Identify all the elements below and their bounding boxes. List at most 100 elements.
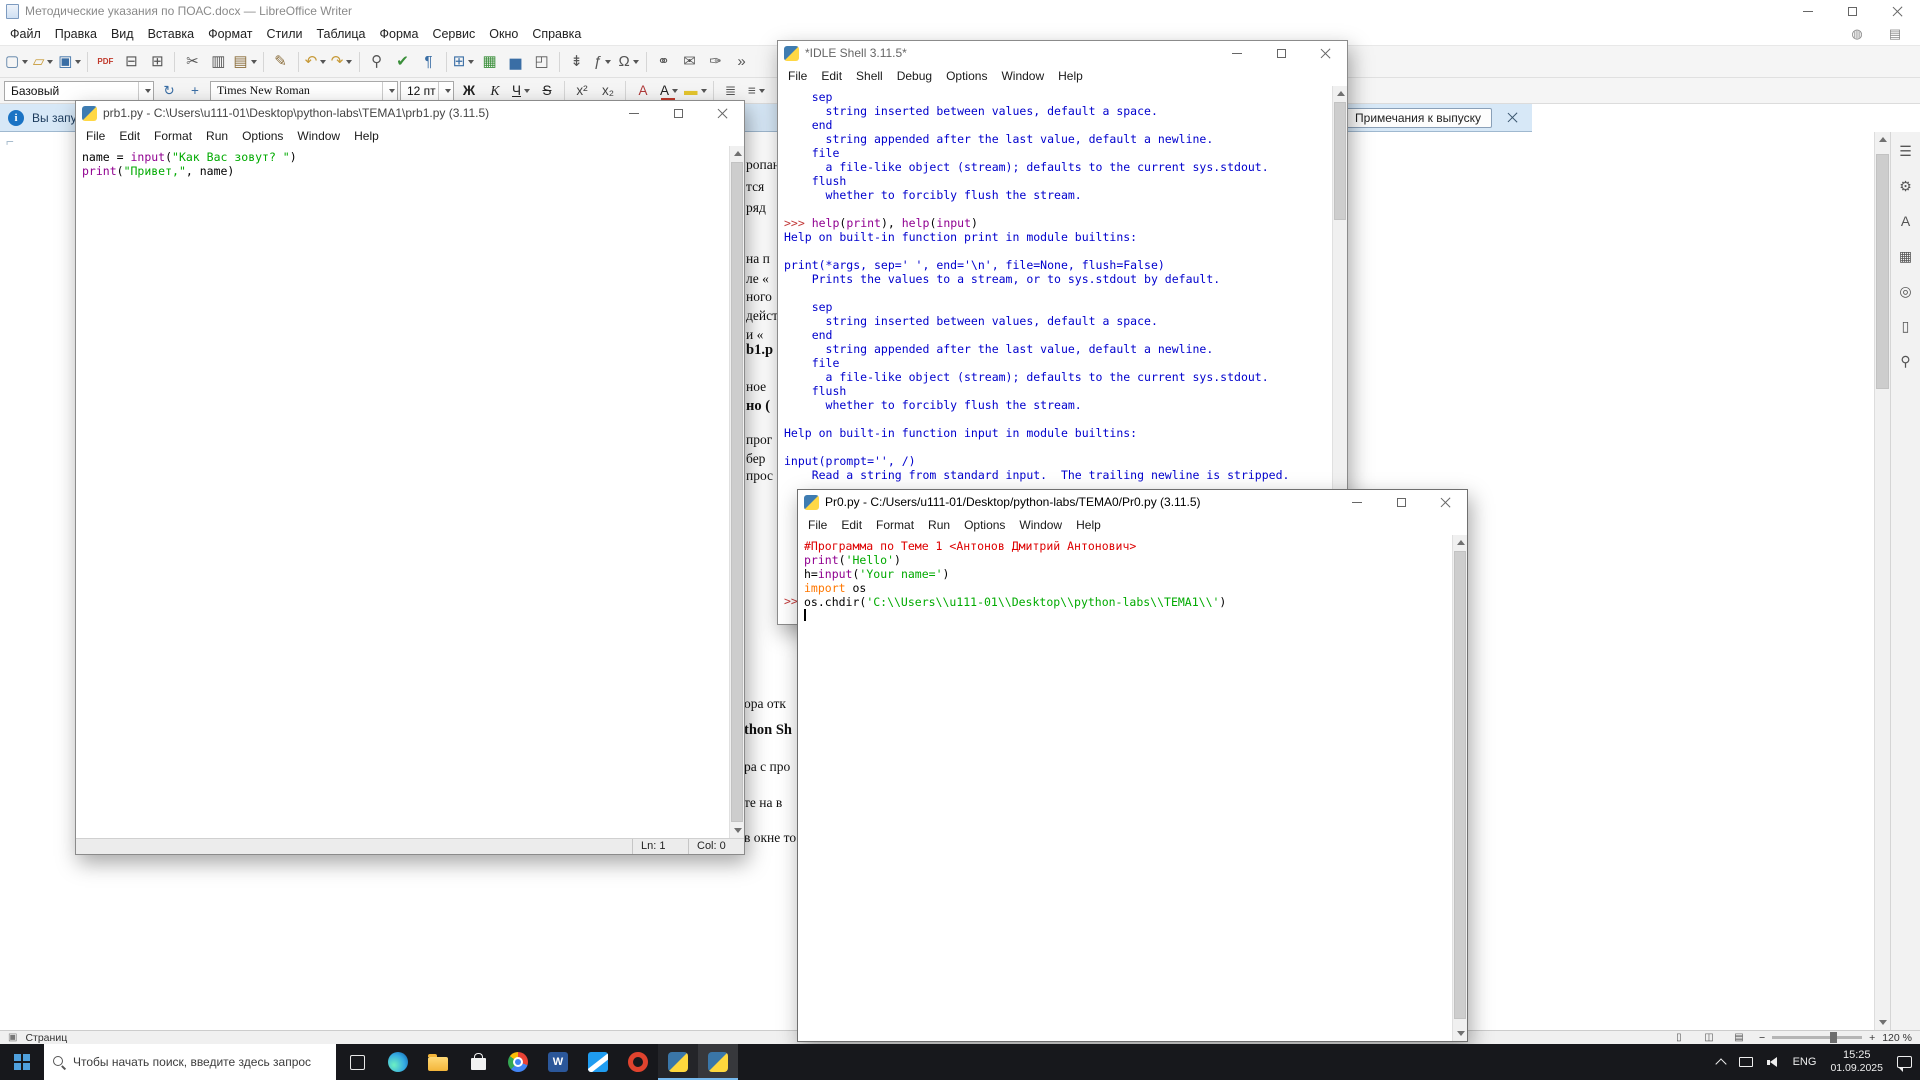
redo-icon[interactable]: ↷ bbox=[329, 49, 355, 75]
menu-item[interactable]: Options bbox=[235, 127, 290, 145]
menu-item[interactable]: Shell bbox=[849, 67, 890, 85]
zoom-in-button[interactable]: + bbox=[1869, 1032, 1875, 1044]
taskbar-word-button[interactable] bbox=[538, 1044, 578, 1080]
taskbar-file-explorer-button[interactable] bbox=[418, 1044, 458, 1080]
line-spacing-icon[interactable]: ≡ bbox=[744, 78, 770, 104]
insert-hyperlink-icon[interactable]: ⚭ bbox=[651, 49, 677, 75]
minimize-button[interactable] bbox=[1785, 0, 1830, 22]
menu-item[interactable]: Форма bbox=[373, 24, 426, 44]
scrollbar-thumb[interactable] bbox=[1876, 154, 1889, 389]
properties-icon[interactable]: ⚙ bbox=[1895, 175, 1917, 197]
menu-item[interactable]: Help bbox=[347, 127, 386, 145]
menu-item[interactable]: Help bbox=[1051, 67, 1090, 85]
special-character-icon[interactable]: Ω bbox=[616, 49, 642, 75]
menu-item[interactable]: Edit bbox=[112, 127, 147, 145]
maximize-button[interactable] bbox=[1830, 0, 1875, 22]
taskbar-edge-button[interactable] bbox=[378, 1044, 418, 1080]
new-document-icon[interactable]: ▢ bbox=[3, 49, 30, 75]
close-button[interactable] bbox=[1875, 0, 1920, 22]
menu-item[interactable]: Help bbox=[1069, 516, 1108, 534]
zoom-slider[interactable] bbox=[1772, 1032, 1863, 1043]
menu-item[interactable]: Сервис bbox=[425, 24, 482, 44]
page-break-icon[interactable]: ⇟ bbox=[564, 49, 590, 75]
menu-item[interactable]: Options bbox=[939, 67, 994, 85]
menu-item[interactable]: Format bbox=[147, 127, 199, 145]
formatting-marks-icon[interactable]: ¶ bbox=[416, 49, 442, 75]
taskbar-python-button[interactable] bbox=[698, 1044, 738, 1080]
toolbar-overflow-icon[interactable]: » bbox=[729, 49, 755, 75]
prb1-code-area[interactable]: name = input("Как Вас зовут? ") print("Пр… bbox=[77, 146, 728, 838]
scrollbar-thumb[interactable] bbox=[1334, 102, 1346, 220]
print-icon[interactable]: ⊟ bbox=[118, 49, 144, 75]
chevron-down-icon[interactable] bbox=[138, 81, 153, 100]
menu-item[interactable]: Правка bbox=[48, 24, 104, 44]
paste-icon[interactable]: ▤ bbox=[231, 49, 258, 75]
release-notes-button[interactable]: Примечания к выпуску bbox=[1344, 107, 1492, 128]
insert-table-icon[interactable]: ⊞ bbox=[451, 49, 477, 75]
menu-item[interactable]: Вид bbox=[104, 24, 141, 44]
network-icon[interactable] bbox=[1738, 1057, 1753, 1067]
taskbar-search-box[interactable]: Чтобы начать поиск, введите здесь запрос bbox=[44, 1044, 336, 1080]
pr0-vertical-scrollbar[interactable] bbox=[1452, 535, 1467, 1041]
spelling-icon[interactable]: ✔ bbox=[390, 49, 416, 75]
copy-icon[interactable]: ▥ bbox=[205, 49, 231, 75]
menu-item[interactable]: Формат bbox=[201, 24, 259, 44]
page-deck-icon[interactable]: ▯ bbox=[1895, 315, 1917, 337]
maximize-button[interactable] bbox=[656, 101, 700, 125]
paragraph-style-combo[interactable]: Базовый bbox=[4, 80, 154, 101]
zoom-level[interactable]: 120 % bbox=[1882, 1032, 1912, 1044]
menu-item[interactable]: Файл bbox=[3, 24, 48, 44]
taskbar-chrome-button[interactable] bbox=[498, 1044, 538, 1080]
scrollbar-thumb[interactable] bbox=[1454, 551, 1466, 1019]
pr0-code-area[interactable]: #Программа по Теме 1 <Антонов Дмитрий Ан… bbox=[799, 535, 1451, 1041]
insert-image-icon[interactable]: ▦ bbox=[477, 49, 503, 75]
style-inspector-icon[interactable]: ⚲ bbox=[1895, 350, 1917, 372]
minimize-button[interactable] bbox=[1335, 490, 1379, 514]
infobar-close-button[interactable] bbox=[1500, 112, 1524, 123]
insert-textbox-icon[interactable]: ◰ bbox=[529, 49, 555, 75]
insert-field-icon[interactable]: ƒ bbox=[590, 49, 616, 75]
menu-item[interactable]: Format bbox=[869, 516, 921, 534]
zoom-slider-thumb[interactable] bbox=[1830, 1032, 1838, 1043]
menu-item[interactable]: Window bbox=[994, 67, 1051, 85]
save-icon[interactable]: ▣ bbox=[56, 49, 83, 75]
print-preview-icon[interactable]: ⊞ bbox=[144, 49, 170, 75]
task-view-button[interactable] bbox=[336, 1044, 378, 1080]
taskbar-store-button[interactable] bbox=[458, 1044, 498, 1080]
taskbar-idle-button[interactable] bbox=[658, 1044, 698, 1080]
menu-item[interactable]: Таблица bbox=[309, 24, 372, 44]
insert-comment-icon[interactable]: ✉ bbox=[677, 49, 703, 75]
menu-item[interactable]: Edit bbox=[834, 516, 869, 534]
styles-icon[interactable]: A bbox=[1895, 210, 1917, 232]
undo-icon[interactable]: ↶ bbox=[303, 49, 329, 75]
menu-item[interactable]: Debug bbox=[890, 67, 939, 85]
menu-item[interactable]: Справка bbox=[525, 24, 588, 44]
sidebar-toggle-icon[interactable]: ▤ bbox=[1882, 21, 1908, 47]
export-pdf-icon[interactable]: PDF bbox=[92, 49, 118, 75]
start-button[interactable] bbox=[0, 1044, 44, 1080]
tray-chevron-up-icon[interactable] bbox=[1714, 1057, 1727, 1070]
menu-item[interactable]: File bbox=[781, 67, 814, 85]
menu-item[interactable]: Edit bbox=[814, 67, 849, 85]
menu-item[interactable]: Options bbox=[957, 516, 1012, 534]
menu-item[interactable]: Вставка bbox=[141, 24, 201, 44]
menu-item[interactable]: File bbox=[801, 516, 834, 534]
open-file-icon[interactable]: ▱ bbox=[30, 49, 56, 75]
menu-item[interactable]: Window bbox=[1012, 516, 1069, 534]
clone-formatting-icon[interactable]: ✎ bbox=[268, 49, 294, 75]
find-replace-icon[interactable]: ⚲ bbox=[364, 49, 390, 75]
chevron-down-icon[interactable] bbox=[382, 81, 397, 100]
menu-item[interactable]: Окно bbox=[482, 24, 525, 44]
maximize-button[interactable] bbox=[1379, 490, 1423, 514]
maximize-button[interactable] bbox=[1259, 41, 1303, 65]
menu-item[interactable]: Run bbox=[199, 127, 235, 145]
action-center-icon[interactable] bbox=[1897, 1056, 1912, 1072]
track-changes-icon[interactable]: ✑ bbox=[703, 49, 729, 75]
insert-chart-icon[interactable]: ▅ bbox=[503, 49, 529, 75]
taskbar-clock[interactable]: 15:25 01.09.2025 bbox=[1830, 1049, 1883, 1075]
document-vertical-scrollbar[interactable] bbox=[1874, 132, 1890, 1030]
cut-icon[interactable]: ✂ bbox=[179, 49, 205, 75]
taskbar-opera-button[interactable] bbox=[618, 1044, 658, 1080]
taskbar-vscode-button[interactable] bbox=[578, 1044, 618, 1080]
volume-icon[interactable] bbox=[1766, 1056, 1779, 1069]
